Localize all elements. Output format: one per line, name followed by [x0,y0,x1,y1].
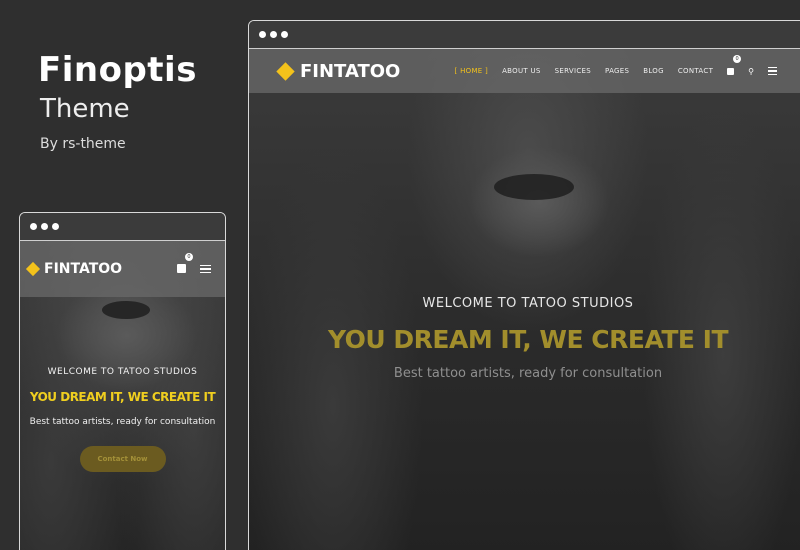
logo-mark-icon [25,261,41,277]
nav-services[interactable]: SERVICES [555,67,591,75]
desktop-menu: [ HOME ] ABOUT US SERVICES PAGES BLOG CO… [455,55,777,80]
hero-headline: YOU DREAM IT, WE CREATE IT [29,390,216,404]
desktop-hero: WELCOME TO TATOO STUDIOS YOU DREAM IT, W… [249,296,800,381]
desktop-screen: FINTATOO [ HOME ] ABOUT US SERVICES PAGE… [249,49,800,550]
cart-count-badge: 0 [733,55,742,63]
shopping-bag-icon [177,264,186,273]
search-icon[interactable]: ⚲ [748,67,754,76]
logo-text: FINTATOO [44,261,123,277]
hero-tagline: Best tattoo artists, ready for consultat… [393,366,663,381]
mobile-screen: FINTATOO 0 WELCOME TO TATOO STUDIOS YOU … [20,241,225,550]
nav-pages[interactable]: PAGES [605,67,629,75]
mobile-menu: 0 [177,253,211,278]
site-logo[interactable]: FINTATOO [276,60,401,82]
theme-info: Finoptis Theme By rs-theme [38,50,197,152]
window-dot [30,223,37,230]
hamburger-icon[interactable] [768,66,777,76]
cart-button[interactable]: 0 [727,55,742,80]
hamburger-icon[interactable] [200,264,211,274]
nav-home[interactable]: [ HOME ] [455,67,489,75]
cart-button[interactable]: 0 [177,253,193,278]
hero-headline: YOU DREAM IT, WE CREATE IT [327,325,729,354]
theme-subtitle: Theme [40,94,130,124]
site-logo[interactable]: FINTATOO [25,261,123,277]
window-dot [281,31,288,38]
theme-name: Finoptis [38,50,197,90]
mobile-navbar: FINTATOO 0 [20,241,225,297]
mobile-hero: WELCOME TO TATOO STUDIOS YOU DREAM IT, W… [20,367,225,472]
contact-now-button[interactable]: Contact Now [79,446,166,472]
window-dot [41,223,48,230]
theme-author: By rs-theme [40,136,126,152]
window-titlebar [20,213,225,241]
window-dot [259,31,266,38]
nav-contact[interactable]: CONTACT [678,67,713,75]
shopping-bag-icon [727,68,735,75]
hero-welcome: WELCOME TO TATOO STUDIOS [47,367,198,377]
logo-mark-icon [276,61,295,81]
hero-tagline: Best tattoo artists, ready for consultat… [29,417,216,427]
desktop-navbar: FINTATOO [ HOME ] ABOUT US SERVICES PAGE… [249,49,800,93]
window-dot [52,223,59,230]
nav-about-us[interactable]: ABOUT US [502,67,541,75]
nav-blog[interactable]: BLOG [643,67,664,75]
cart-count-badge: 0 [185,253,193,261]
mobile-preview-window: FINTATOO 0 WELCOME TO TATOO STUDIOS YOU … [19,212,226,550]
window-dot [270,31,277,38]
window-titlebar [249,21,800,49]
logo-text: FINTATOO [300,60,401,82]
hero-welcome: WELCOME TO TATOO STUDIOS [422,296,634,311]
desktop-preview-window: FINTATOO [ HOME ] ABOUT US SERVICES PAGE… [248,20,800,550]
